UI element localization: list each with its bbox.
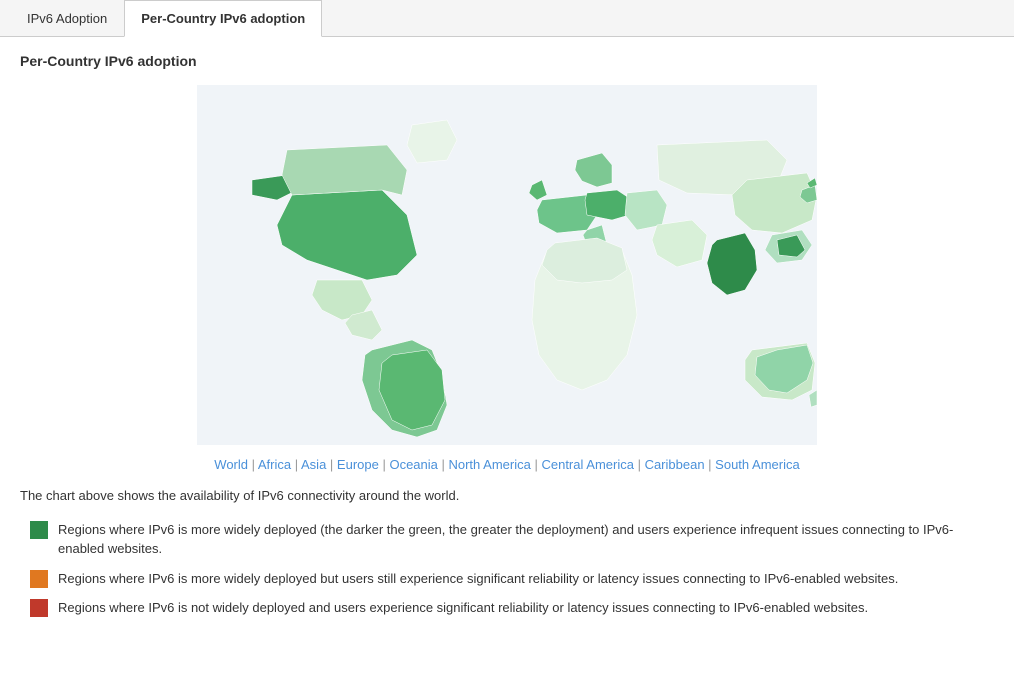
- map-container: [20, 85, 994, 445]
- region-links: World | Africa | Asia | Europe | Oceania…: [20, 457, 994, 472]
- legend-color-orange: [30, 570, 48, 588]
- region-link-oceania[interactable]: Oceania: [389, 457, 437, 472]
- world-map: [197, 85, 817, 445]
- tab-per-country[interactable]: Per-Country IPv6 adoption: [124, 0, 322, 37]
- region-link-africa[interactable]: Africa: [258, 457, 291, 472]
- region-link-asia[interactable]: Asia: [301, 457, 326, 472]
- legend-text-green: Regions where IPv6 is more widely deploy…: [58, 520, 994, 559]
- legend-color-red: [30, 599, 48, 617]
- legend-item-green: Regions where IPv6 is more widely deploy…: [30, 520, 994, 559]
- legend-color-green: [30, 521, 48, 539]
- region-link-south-america[interactable]: South America: [715, 457, 800, 472]
- main-content: Per-Country IPv6 adoption: [0, 37, 1014, 634]
- region-link-north-america[interactable]: North America: [448, 457, 530, 472]
- tab-ipv6-adoption[interactable]: IPv6 Adoption: [10, 0, 124, 37]
- region-link-europe[interactable]: Europe: [337, 457, 379, 472]
- page-title: Per-Country IPv6 adoption: [20, 53, 994, 69]
- region-link-central-america[interactable]: Central America: [541, 457, 633, 472]
- legend-text-red: Regions where IPv6 is not widely deploye…: [58, 598, 868, 618]
- region-link-world[interactable]: World: [214, 457, 248, 472]
- tab-bar: IPv6 Adoption Per-Country IPv6 adoption: [0, 0, 1014, 37]
- region-link-caribbean[interactable]: Caribbean: [645, 457, 705, 472]
- map-description: The chart above shows the availability o…: [20, 486, 994, 506]
- legend-text-orange: Regions where IPv6 is more widely deploy…: [58, 569, 898, 589]
- legend-item-orange: Regions where IPv6 is more widely deploy…: [30, 569, 994, 589]
- legend: Regions where IPv6 is more widely deploy…: [20, 520, 994, 618]
- legend-item-red: Regions where IPv6 is not widely deploye…: [30, 598, 994, 618]
